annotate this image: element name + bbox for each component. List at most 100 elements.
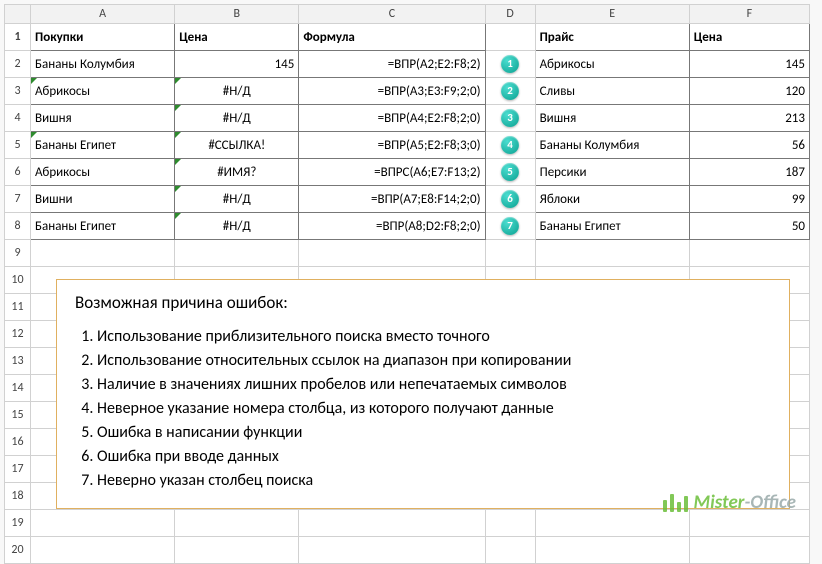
cell-D8[interactable]: 7 xyxy=(485,213,535,240)
cell-D6[interactable]: 5 xyxy=(485,159,535,186)
cell-B9[interactable] xyxy=(175,240,299,267)
cell-A7[interactable]: Вишни xyxy=(31,186,175,213)
cell-D1[interactable] xyxy=(485,24,535,51)
error-causes-textbox[interactable]: Возможная причина ошибок: Использование … xyxy=(56,279,790,509)
cell-D5[interactable]: 4 xyxy=(485,132,535,159)
cell-A6[interactable]: Абрикосы xyxy=(31,159,175,186)
cell-D7[interactable]: 6 xyxy=(485,186,535,213)
cell-C20[interactable] xyxy=(299,537,485,564)
row-header-20[interactable]: 20 xyxy=(5,537,31,564)
row-header-17[interactable]: 17 xyxy=(5,456,31,483)
row-header-3[interactable]: 3 xyxy=(5,78,31,105)
cell-B8[interactable]: #Н/Д xyxy=(175,213,299,240)
cell-F7[interactable]: 99 xyxy=(689,186,809,213)
cell-B3[interactable]: #Н/Д xyxy=(175,78,299,105)
mister-office-logo: Mister-Office xyxy=(663,491,796,514)
cell-D4[interactable]: 3 xyxy=(485,105,535,132)
cell-F6[interactable]: 187 xyxy=(689,159,809,186)
row-header-15[interactable]: 15 xyxy=(5,402,31,429)
cell-C19[interactable] xyxy=(299,510,485,537)
cell-A5[interactable]: Бананы Египет xyxy=(31,132,175,159)
cell-A4[interactable]: Вишня xyxy=(31,105,175,132)
cell-A20[interactable] xyxy=(31,537,175,564)
row-header-9[interactable]: 9 xyxy=(5,240,31,267)
row-header-6[interactable]: 6 xyxy=(5,159,31,186)
cell-B5[interactable]: #ССЫЛКА! xyxy=(175,132,299,159)
number-badge-icon: 2 xyxy=(501,82,519,100)
cell-F20[interactable] xyxy=(689,537,809,564)
col-header-E[interactable]: E xyxy=(535,5,689,24)
cell-C5[interactable]: =ВПР(A5;E2:F8;3;0) xyxy=(299,132,485,159)
error-indicator-icon xyxy=(175,186,181,192)
cell-C1[interactable]: Формула xyxy=(299,24,485,51)
col-header-A[interactable]: A xyxy=(31,5,175,24)
row-header-2[interactable]: 2 xyxy=(5,51,31,78)
cell-E20[interactable] xyxy=(535,537,689,564)
cell-F3[interactable]: 120 xyxy=(689,78,809,105)
cell-C8[interactable]: =ВПР(A8;D2:F8;2;0) xyxy=(299,213,485,240)
row-header-13[interactable]: 13 xyxy=(5,348,31,375)
cell-B6[interactable]: #ИМЯ? xyxy=(175,159,299,186)
cell-F5[interactable]: 56 xyxy=(689,132,809,159)
cell-B1[interactable]: Цена xyxy=(175,24,299,51)
row-header-19[interactable]: 19 xyxy=(5,510,31,537)
row-header-11[interactable]: 11 xyxy=(5,294,31,321)
row-header-8[interactable]: 8 xyxy=(5,213,31,240)
cell-E9[interactable] xyxy=(535,240,689,267)
cell-C6[interactable]: =ВПРС(A6;E7:F13;2) xyxy=(299,159,485,186)
cell-F1[interactable]: Цена xyxy=(689,24,809,51)
cell-B2[interactable]: 145 xyxy=(175,51,299,78)
cell-E7[interactable]: Яблоки xyxy=(535,186,689,213)
row-header-18[interactable]: 18 xyxy=(5,483,31,510)
cell-D19[interactable] xyxy=(485,510,535,537)
row-header-7[interactable]: 7 xyxy=(5,186,31,213)
table-row: 3Абрикосы#Н/Д=ВПР(A3;E3:F9;2;0) 2 Сливы120 xyxy=(5,78,810,105)
cell-A9[interactable] xyxy=(31,240,175,267)
cell-B20[interactable] xyxy=(175,537,299,564)
row-header-12[interactable]: 12 xyxy=(5,321,31,348)
cell-E4[interactable]: Вишня xyxy=(535,105,689,132)
cell-C2[interactable]: =ВПР(A2;E2:F8;2) xyxy=(299,51,485,78)
cell-A8[interactable]: Бананы Египет xyxy=(31,213,175,240)
col-header-F[interactable]: F xyxy=(689,5,809,24)
col-header-B[interactable]: B xyxy=(175,5,299,24)
cell-D9[interactable] xyxy=(485,240,535,267)
table-row: 7Вишни#Н/Д=ВПР(A7;E8:F14;2;0)6Яблоки99 xyxy=(5,186,810,213)
cell-B7[interactable]: #Н/Д xyxy=(175,186,299,213)
cell-E3[interactable]: Сливы xyxy=(535,78,689,105)
cell-A2[interactable]: Бананы Колумбия xyxy=(31,51,175,78)
cell-F9[interactable] xyxy=(689,240,809,267)
cell-E1[interactable]: Прайс xyxy=(535,24,689,51)
number-badge-icon: 5 xyxy=(501,163,519,181)
col-header-D[interactable]: D xyxy=(485,5,535,24)
cell-A19[interactable] xyxy=(31,510,175,537)
cell-F8[interactable]: 50 xyxy=(689,213,809,240)
cell-C9[interactable] xyxy=(299,240,485,267)
corner-cell[interactable] xyxy=(5,5,31,24)
cell-E8[interactable]: Бананы Египет xyxy=(535,213,689,240)
row-header-10[interactable]: 10 xyxy=(5,267,31,294)
cell-A3[interactable]: Абрикосы xyxy=(31,78,175,105)
cell-E5[interactable]: Бананы Колумбия xyxy=(535,132,689,159)
row-header-1[interactable]: 1 xyxy=(5,24,31,51)
cell-B19[interactable] xyxy=(175,510,299,537)
cell-C4[interactable]: =ВПР(A4;E2:F8;2;0) xyxy=(299,105,485,132)
list-item: Неверное указание номера столбца, из кот… xyxy=(97,397,771,421)
cell-F4[interactable]: 213 xyxy=(689,105,809,132)
row-header-5[interactable]: 5 xyxy=(5,132,31,159)
cell-D20[interactable] xyxy=(485,537,535,564)
cell-B4[interactable]: #Н/Д xyxy=(175,105,299,132)
cell-D3[interactable]: 2 xyxy=(485,78,535,105)
cell-E6[interactable]: Персики xyxy=(535,159,689,186)
row-header-16[interactable]: 16 xyxy=(5,429,31,456)
cell-C7[interactable]: =ВПР(A7;E8:F14;2;0) xyxy=(299,186,485,213)
cell-C3[interactable]: =ВПР(A3;E3:F9;2;0) xyxy=(299,78,485,105)
cell-E2[interactable]: Абрикосы xyxy=(535,51,689,78)
cell-F2[interactable]: 145 xyxy=(689,51,809,78)
row-header-4[interactable]: 4 xyxy=(5,105,31,132)
cell-D2[interactable]: 1 xyxy=(485,51,535,78)
cell-A1[interactable]: Покупки xyxy=(31,24,175,51)
col-header-C[interactable]: C xyxy=(299,5,485,24)
row-header-14[interactable]: 14 xyxy=(5,375,31,402)
table-row: 5Бананы Египет#ССЫЛКА!=ВПР(A5;E2:F8;3;0)… xyxy=(5,132,810,159)
